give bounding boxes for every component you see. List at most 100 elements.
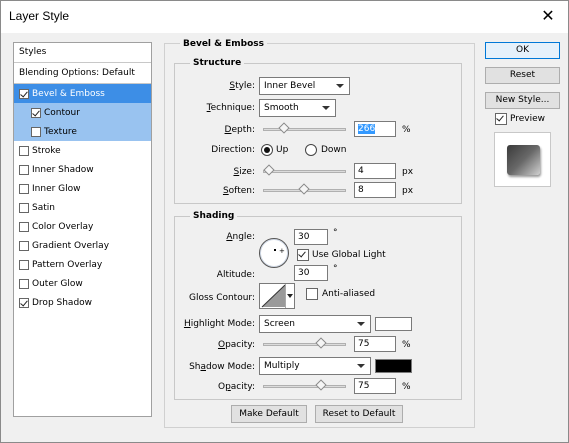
style-item-label: Texture bbox=[44, 127, 77, 137]
anti-aliased-label: Anti-aliased bbox=[322, 289, 376, 299]
new-style-button[interactable]: New Style... bbox=[485, 92, 560, 109]
style-item-label: Bevel & Emboss bbox=[32, 89, 105, 99]
style-item-label: Gradient Overlay bbox=[32, 241, 110, 251]
angle-dial-dot bbox=[274, 249, 276, 251]
style-item-inner-glow[interactable]: Inner Glow bbox=[14, 179, 151, 198]
style-item-checkbox[interactable] bbox=[19, 241, 29, 251]
size-unit: px bbox=[402, 167, 414, 177]
style-item-color-overlay[interactable]: Color Overlay bbox=[14, 217, 151, 236]
highlight-opacity-input[interactable]: 75 bbox=[354, 336, 396, 352]
size-label: Size: bbox=[233, 167, 255, 177]
technique-label: Technique: bbox=[206, 103, 255, 113]
style-item-label: Inner Shadow bbox=[32, 165, 94, 175]
style-item-contour[interactable]: Contour bbox=[14, 103, 151, 122]
direction-down-label: Down bbox=[321, 145, 347, 155]
style-item-checkbox[interactable] bbox=[19, 298, 29, 308]
style-item-outer-glow[interactable]: Outer Glow bbox=[14, 274, 151, 293]
style-item-checkbox[interactable] bbox=[19, 146, 29, 156]
style-item-pattern-overlay[interactable]: Pattern Overlay bbox=[14, 255, 151, 274]
styles-header[interactable]: Styles bbox=[14, 43, 151, 63]
style-item-checkbox[interactable] bbox=[19, 222, 29, 232]
shadow-opacity-slider-thumb[interactable] bbox=[315, 379, 327, 391]
use-global-light-checkbox[interactable] bbox=[297, 249, 309, 261]
style-item-checkbox[interactable] bbox=[31, 127, 41, 137]
altitude-label: Altitude: bbox=[216, 270, 255, 280]
style-item-label: Inner Glow bbox=[32, 184, 81, 194]
style-item-stroke[interactable]: Stroke bbox=[14, 141, 151, 160]
style-item-checkbox[interactable] bbox=[31, 108, 41, 118]
reset-button[interactable]: Reset bbox=[485, 67, 560, 84]
style-item-label: Contour bbox=[44, 108, 80, 118]
shadow-opacity-label: Opacity: bbox=[217, 382, 255, 392]
highlight-opacity-label: Opacity: bbox=[217, 340, 255, 350]
soften-input[interactable]: 8 bbox=[354, 182, 396, 198]
highlight-mode-dropdown[interactable]: Screen bbox=[259, 315, 371, 333]
altitude-input[interactable]: 30 bbox=[294, 265, 328, 281]
angle-dial[interactable]: + bbox=[259, 238, 289, 268]
title-bar: Layer Style ✕ bbox=[1, 1, 568, 33]
angle-label: Angle: bbox=[226, 232, 255, 242]
style-item-checkbox[interactable] bbox=[19, 89, 29, 99]
highlight-opacity-slider-thumb[interactable] bbox=[315, 337, 327, 349]
style-item-label: Drop Shadow bbox=[32, 298, 93, 308]
layer-style-dialog: Layer Style ✕ Styles Blending Options: D… bbox=[0, 0, 569, 443]
preview-checkbox[interactable] bbox=[495, 113, 507, 125]
altitude-degree: ° bbox=[333, 264, 338, 274]
highlight-mode-label: Highlight Mode: bbox=[183, 319, 255, 329]
structure-group: Structure Style: Inner Bevel Technique: … bbox=[174, 58, 462, 204]
depth-slider-thumb[interactable] bbox=[277, 122, 290, 134]
angle-input[interactable]: 30 bbox=[294, 229, 328, 245]
style-item-gradient-overlay[interactable]: Gradient Overlay bbox=[14, 236, 151, 255]
style-item-label: Pattern Overlay bbox=[32, 260, 103, 270]
shadow-opacity-slider[interactable] bbox=[263, 379, 346, 391]
highlight-color-swatch[interactable] bbox=[375, 317, 412, 331]
style-item-inner-shadow[interactable]: Inner Shadow bbox=[14, 160, 151, 179]
direction-up-radio[interactable] bbox=[261, 144, 273, 156]
angle-dial-cross: + bbox=[279, 247, 285, 255]
dialog-title: Layer Style bbox=[9, 9, 70, 23]
gloss-contour-dropdown[interactable] bbox=[285, 284, 294, 308]
depth-label: Depth: bbox=[224, 125, 255, 135]
shadow-mode-label: Shadow Mode: bbox=[189, 362, 255, 372]
style-item-texture[interactable]: Texture bbox=[14, 122, 151, 141]
style-item-drop-shadow[interactable]: Drop Shadow bbox=[14, 293, 151, 312]
angle-degree: ° bbox=[333, 228, 338, 238]
highlight-opacity-slider[interactable] bbox=[263, 337, 346, 349]
style-preview-thumbnail bbox=[494, 132, 551, 187]
close-icon[interactable]: ✕ bbox=[538, 7, 558, 27]
style-dropdown[interactable]: Inner Bevel bbox=[259, 77, 350, 95]
style-item-label: Color Overlay bbox=[32, 222, 94, 232]
technique-dropdown[interactable]: Smooth bbox=[259, 99, 336, 117]
style-item-label: Stroke bbox=[32, 146, 61, 156]
direction-down-radio[interactable] bbox=[305, 144, 317, 156]
style-item-checkbox[interactable] bbox=[19, 165, 29, 175]
size-slider-thumb[interactable] bbox=[263, 164, 276, 176]
bevel-emboss-panel: Bevel & Emboss Structure Style: Inner Be… bbox=[164, 39, 475, 428]
soften-slider[interactable] bbox=[263, 183, 346, 195]
size-input[interactable]: 4 bbox=[354, 163, 396, 179]
depth-slider[interactable] bbox=[263, 122, 346, 134]
shadow-mode-dropdown[interactable]: Multiply bbox=[259, 357, 371, 375]
style-item-satin[interactable]: Satin bbox=[14, 198, 151, 217]
styles-list: Styles Blending Options: Default Bevel &… bbox=[13, 42, 152, 417]
style-item-checkbox[interactable] bbox=[19, 260, 29, 270]
style-item-bevel-and-emboss[interactable]: Bevel & Emboss bbox=[14, 84, 151, 103]
preview-swatch bbox=[507, 145, 540, 175]
shadow-color-swatch[interactable] bbox=[375, 359, 412, 373]
depth-input[interactable]: 266 bbox=[354, 121, 396, 137]
soften-slider-thumb[interactable] bbox=[297, 183, 310, 195]
gloss-contour-picker[interactable] bbox=[259, 283, 295, 309]
direction-up-label: Up bbox=[276, 145, 289, 155]
anti-aliased-checkbox[interactable] bbox=[306, 288, 318, 300]
size-slider[interactable] bbox=[263, 164, 346, 176]
make-default-button[interactable]: Make Default bbox=[231, 405, 307, 423]
blending-options-item[interactable]: Blending Options: Default bbox=[14, 63, 151, 84]
style-item-label: Satin bbox=[32, 203, 55, 213]
reset-to-default-button[interactable]: Reset to Default bbox=[315, 405, 403, 423]
shadow-opacity-input[interactable]: 75 bbox=[354, 378, 396, 394]
style-item-checkbox[interactable] bbox=[19, 184, 29, 194]
style-item-checkbox[interactable] bbox=[19, 279, 29, 289]
ok-button[interactable]: OK bbox=[485, 42, 560, 59]
style-item-checkbox[interactable] bbox=[19, 203, 29, 213]
bevel-emboss-title: Bevel & Emboss bbox=[180, 39, 267, 49]
